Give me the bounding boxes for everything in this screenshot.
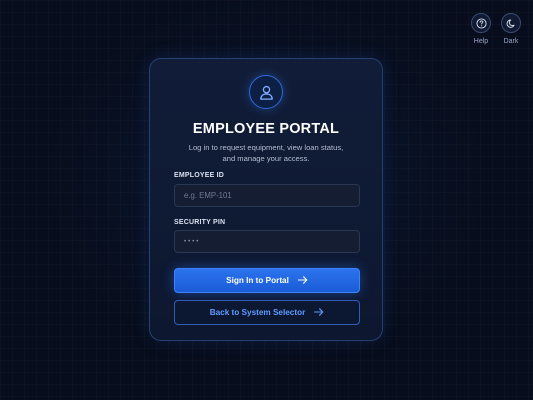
subtitle-line-2: and manage your access. xyxy=(222,154,310,163)
employee-id-placeholder: e.g. EMP-101 xyxy=(184,191,232,200)
arrow-right-icon xyxy=(314,307,324,318)
help-label: Help xyxy=(473,38,489,45)
page-subtitle: Log in to request equipment, view loan s… xyxy=(170,142,362,164)
employee-id-input[interactable]: e.g. EMP-101 xyxy=(174,184,360,207)
security-pin-label: SECURITY PIN xyxy=(174,219,226,226)
moon-icon xyxy=(501,13,521,33)
login-card: EMPLOYEE PORTAL Log in to request equipm… xyxy=(149,58,383,341)
dark-mode-toggle[interactable]: Dark xyxy=(501,13,521,45)
dark-label: Dark xyxy=(503,38,519,45)
top-toolbar: Help Dark xyxy=(471,13,521,45)
sign-in-label: Sign In to Portal xyxy=(226,276,289,285)
security-pin-placeholder: •••• xyxy=(184,238,201,245)
user-icon xyxy=(249,75,283,109)
employee-id-label: EMPLOYEE ID xyxy=(174,172,225,179)
help-icon xyxy=(471,13,491,33)
subtitle-line-1: Log in to request equipment, view loan s… xyxy=(188,143,344,152)
arrow-right-icon xyxy=(297,275,308,286)
help-button[interactable]: Help xyxy=(471,13,491,45)
page-title: EMPLOYEE PORTAL xyxy=(192,121,340,137)
back-label: Back to System Selector xyxy=(209,308,306,317)
back-to-system-selector-button[interactable]: Back to System Selector xyxy=(174,300,360,325)
sign-in-button[interactable]: Sign In to Portal xyxy=(174,268,360,293)
security-pin-input[interactable]: •••• xyxy=(174,230,360,253)
